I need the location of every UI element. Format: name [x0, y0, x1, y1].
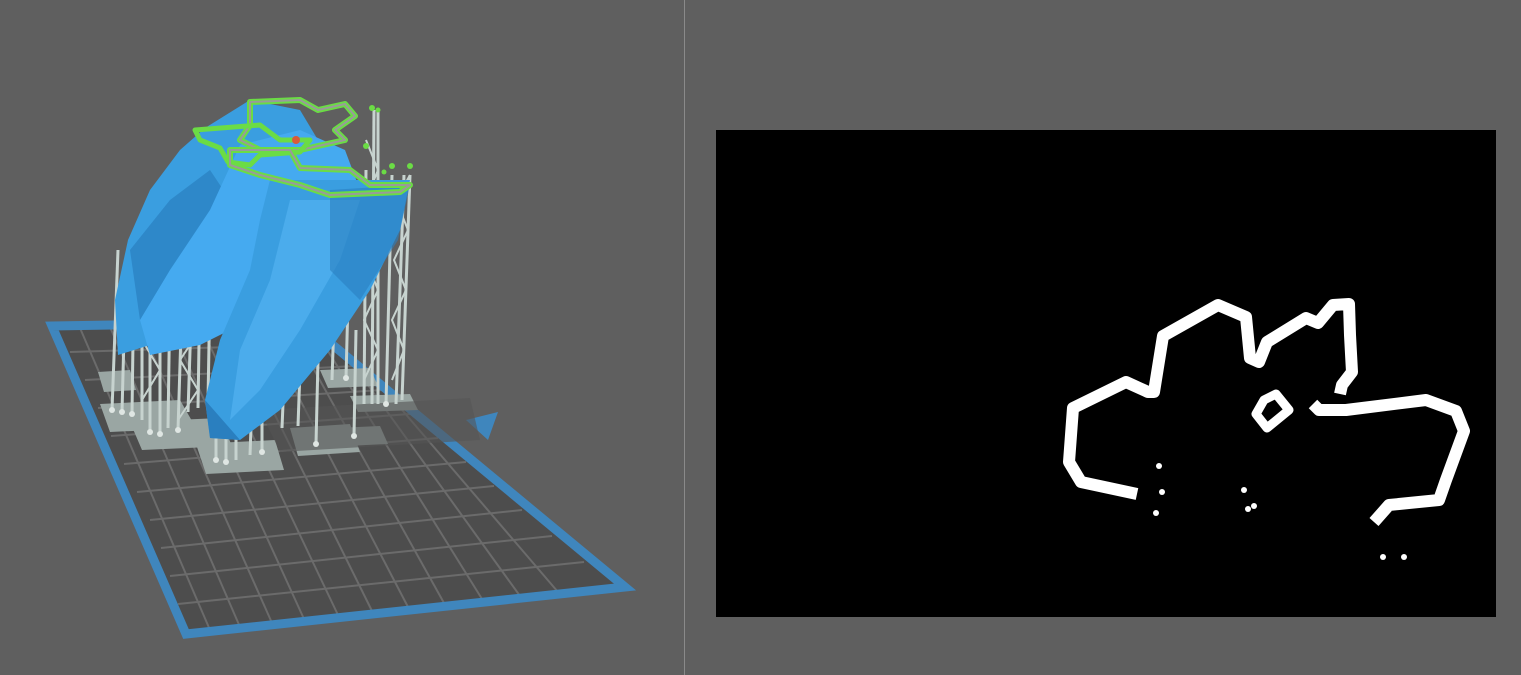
slice-support-points — [1153, 463, 1407, 560]
overhang-marker — [292, 136, 300, 144]
3d-scene[interactable] — [0, 0, 684, 675]
slicer-app — [0, 0, 1521, 675]
slice-outline — [1063, 298, 1470, 560]
slice-preview-panel — [685, 0, 1521, 675]
build-plate — [45, 317, 637, 639]
support-tip-markers — [363, 105, 413, 175]
slice-image — [716, 130, 1496, 617]
3d-viewport[interactable] — [0, 0, 684, 675]
